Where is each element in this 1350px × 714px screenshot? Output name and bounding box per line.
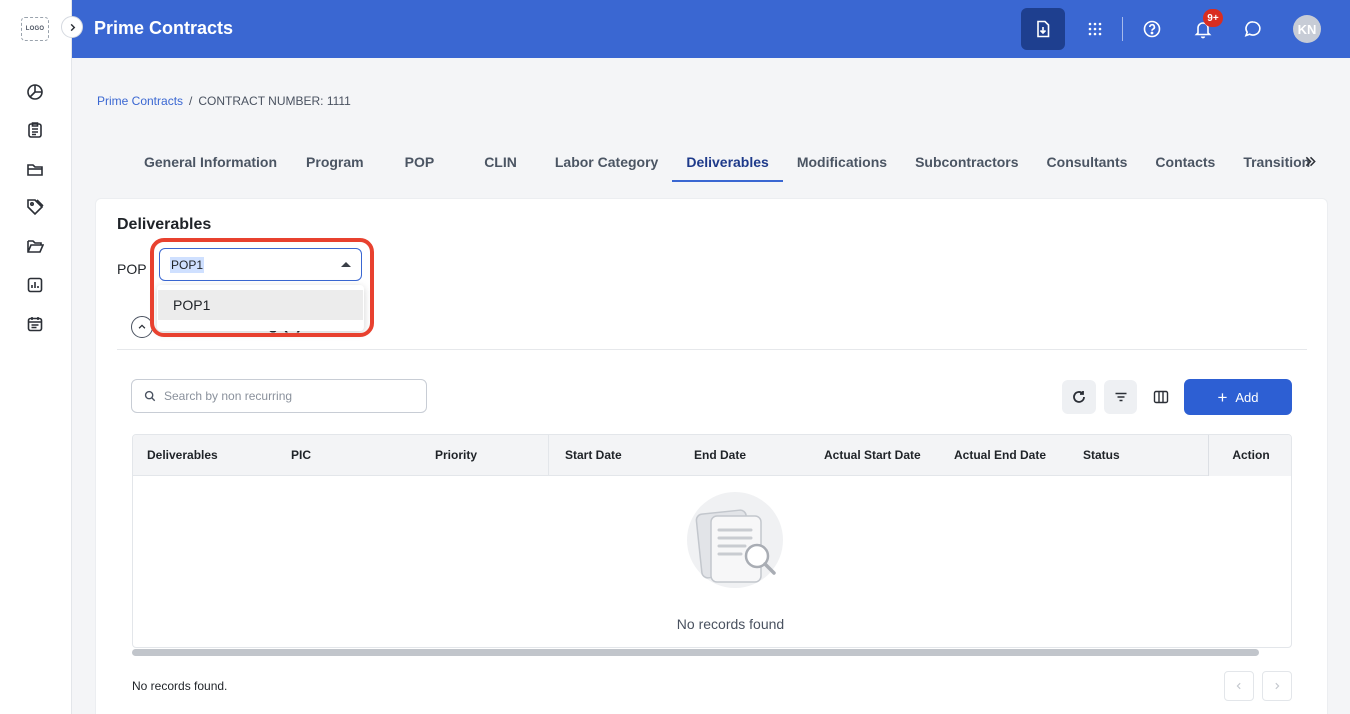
column-header-actual-start-date[interactable]: Actual Start Date	[824, 435, 921, 476]
top-header: Prime Contracts 9+ KN	[72, 0, 1350, 58]
add-button-label: Add	[1235, 389, 1259, 405]
pop-select-value: POP1	[170, 256, 205, 273]
search-icon	[144, 390, 156, 402]
chevron-up-icon	[138, 324, 146, 329]
pop-label: POP	[117, 261, 147, 277]
apps-button[interactable]	[1080, 8, 1110, 50]
next-page-button[interactable]	[1262, 671, 1292, 701]
horizontal-scrollbar[interactable]	[132, 649, 1259, 656]
previous-page-button[interactable]	[1224, 671, 1254, 701]
tab-consultants[interactable]: Consultants	[1033, 142, 1142, 182]
clipboard-icon[interactable]	[26, 121, 44, 139]
chat-icon	[1244, 21, 1261, 37]
column-header-start-date[interactable]: Start Date	[565, 435, 622, 476]
section-divider	[117, 349, 1307, 350]
download-icon	[1037, 20, 1050, 38]
column-header-deliverables[interactable]: Deliverables	[147, 435, 218, 476]
grid-header: Deliverables PIC Priority Start Date End…	[133, 435, 1291, 476]
chevron-right-icon	[1275, 682, 1280, 690]
section-collapse-button[interactable]	[131, 316, 153, 338]
pop-select[interactable]: POP1	[159, 248, 362, 281]
empty-state-message: No records found	[676, 616, 785, 632]
add-button[interactable]: + Add	[1184, 379, 1292, 415]
empty-state-illustration	[687, 492, 783, 588]
avatar[interactable]: KN	[1293, 15, 1321, 43]
column-header-priority[interactable]: Priority	[435, 435, 477, 476]
tab-program[interactable]: Program	[291, 142, 379, 182]
header-divider	[1122, 17, 1123, 41]
pie-chart-icon[interactable]	[26, 83, 44, 101]
chevron-left-icon	[1236, 682, 1241, 690]
apps-grid-icon	[1088, 22, 1102, 36]
tab-subcontractors[interactable]: Subcontractors	[901, 142, 1032, 182]
tab-general-information[interactable]: General Information	[130, 142, 291, 182]
column-header-actual-end-date[interactable]: Actual End Date	[954, 435, 1046, 476]
tab-modifications[interactable]: Modifications	[783, 142, 901, 182]
calendar-icon[interactable]	[26, 315, 44, 333]
filter-icon	[1115, 392, 1126, 402]
tab-pop[interactable]: POP	[379, 142, 461, 182]
column-separator	[548, 435, 549, 476]
tags-icon[interactable]	[26, 198, 44, 216]
search-box	[131, 379, 427, 413]
pop-dropdown-menu: POP1	[157, 285, 364, 331]
sidebar-collapse-button[interactable]	[61, 16, 83, 38]
tab-contacts[interactable]: Contacts	[1141, 142, 1229, 182]
report-icon[interactable]	[26, 276, 44, 294]
help-icon	[1143, 20, 1161, 38]
logo: LOGO	[21, 17, 49, 41]
filter-button[interactable]	[1104, 380, 1137, 414]
help-button[interactable]	[1137, 8, 1167, 50]
tabs-scroll-right-button[interactable]	[1300, 150, 1320, 172]
download-button[interactable]	[1021, 8, 1065, 50]
breadcrumb-separator: /	[189, 94, 193, 108]
deliverables-card: Deliverables POP POP1 POP1 Non-Recurring…	[95, 198, 1328, 714]
breadcrumb: Prime Contracts / CONTRACT NUMBER: 1111	[97, 94, 351, 108]
deliverables-grid: Deliverables PIC Priority Start Date End…	[132, 434, 1292, 648]
search-input[interactable]	[164, 389, 404, 403]
columns-icon	[1153, 390, 1168, 404]
tab-bar: General Information Program POP CLIN Lab…	[130, 142, 1311, 184]
folder-open-icon[interactable]	[26, 237, 44, 255]
tab-clin[interactable]: CLIN	[460, 142, 541, 182]
breadcrumb-link[interactable]: Prime Contracts	[97, 94, 183, 108]
column-header-pic[interactable]: PIC	[291, 435, 311, 476]
tab-labor-category[interactable]: Labor Category	[541, 142, 672, 182]
plus-icon: +	[1217, 387, 1228, 407]
pop-option[interactable]: POP1	[158, 290, 363, 320]
sidebar: LOGO	[0, 0, 72, 714]
records-footer-text: No records found.	[132, 679, 228, 693]
double-chevron-right-icon	[1305, 156, 1316, 166]
chat-button[interactable]	[1238, 8, 1268, 50]
column-header-end-date[interactable]: End Date	[694, 435, 746, 476]
refresh-icon	[1073, 391, 1085, 403]
columns-button[interactable]	[1145, 380, 1176, 414]
card-title: Deliverables	[117, 216, 212, 233]
caret-up-icon	[341, 262, 351, 267]
tab-deliverables[interactable]: Deliverables	[672, 142, 783, 182]
column-header-action: Action	[1208, 435, 1291, 476]
folder-icon[interactable]	[26, 160, 44, 178]
chevron-right-icon	[70, 23, 75, 31]
notification-badge: 9+	[1203, 9, 1223, 27]
breadcrumb-current: CONTRACT NUMBER: 1111	[198, 94, 351, 108]
app-title: Prime Contracts	[94, 18, 234, 38]
refresh-button[interactable]	[1062, 380, 1096, 414]
column-header-status[interactable]: Status	[1083, 435, 1120, 476]
